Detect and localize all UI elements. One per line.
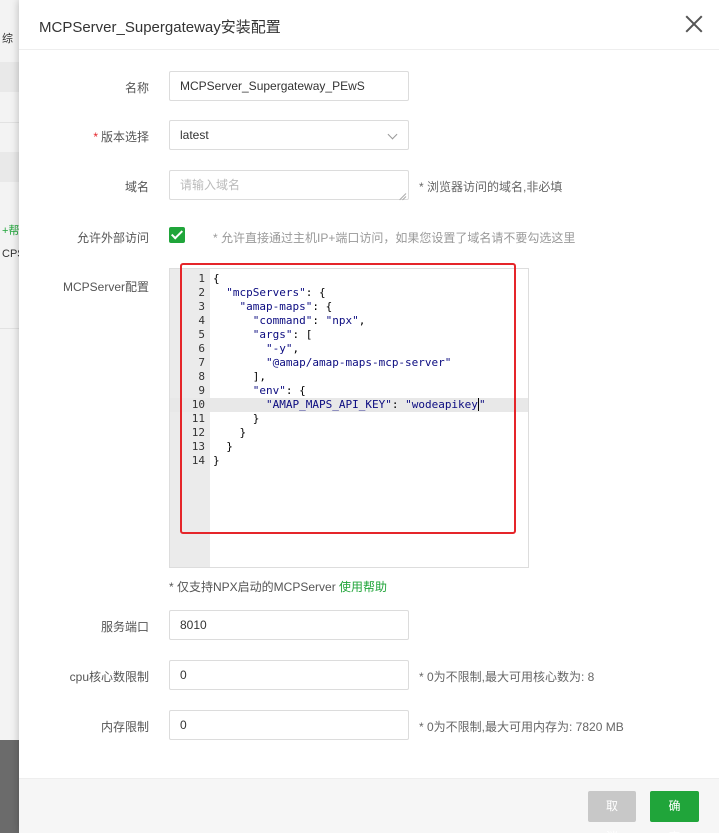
- code-line[interactable]: 5 "args": [: [170, 328, 528, 342]
- code-text: "@amap/amap-maps-mcp-server": [265, 356, 452, 369]
- line-number: 4: [198, 314, 205, 327]
- line-number: 6: [198, 342, 205, 355]
- port-label: 服务端口: [100, 620, 149, 634]
- code-line[interactable]: 7 "@amap/amap-maps-mcp-server": [170, 356, 528, 370]
- cpu-input[interactable]: 0: [169, 660, 409, 690]
- port-input[interactable]: 8010: [169, 610, 409, 640]
- external-access-label: 允许外部访问: [76, 231, 149, 245]
- code-text: "command": "npx",: [252, 314, 366, 327]
- config-code-editor[interactable]: 1{2 "mcpServers": {3 "amap-maps": {4 "co…: [169, 268, 529, 568]
- dialog-title: MCPServer_Supergateway安装配置: [39, 19, 281, 36]
- code-text: "AMAP_MAPS_API_KEY": "wodeapikey": [265, 398, 486, 411]
- version-select-value: latest: [180, 128, 209, 142]
- code-line[interactable]: 13 }: [170, 440, 528, 454]
- line-number: 2: [198, 286, 205, 299]
- code-text: }: [213, 440, 233, 453]
- cancel-button[interactable]: 取消: [588, 791, 636, 833]
- line-number: 11: [191, 412, 205, 425]
- line-number: 8: [198, 370, 205, 383]
- line-number: 1: [198, 272, 205, 285]
- code-line[interactable]: 2 "mcpServers": {: [170, 286, 528, 300]
- name-input[interactable]: MCPServer_Supergateway_PEwS: [169, 71, 409, 101]
- code-line[interactable]: 6 "-y",: [170, 342, 528, 356]
- dialog-header: MCPServer_Supergateway安装配置: [19, 0, 719, 50]
- code-text: "args": [: [252, 328, 313, 341]
- code-text: }: [213, 454, 220, 467]
- install-config-dialog: MCPServer_Supergateway安装配置 名称 MCPServer_…: [19, 0, 719, 833]
- line-number: 10: [191, 398, 205, 411]
- background-text: 综: [2, 33, 13, 45]
- config-label: MCPServer配置: [62, 280, 149, 294]
- config-note-text: * 仅支持NPX启动的MCPServer: [169, 580, 336, 594]
- line-number: 13: [191, 440, 205, 453]
- external-access-checkbox[interactable]: [169, 227, 185, 243]
- code-line[interactable]: 4 "command": "npx",: [170, 314, 528, 328]
- code-text: "env": {: [252, 384, 306, 397]
- cpu-label: cpu核心数限制: [69, 670, 149, 684]
- domain-label: 域名: [124, 180, 149, 194]
- code-text: ],: [213, 370, 266, 383]
- confirm-button[interactable]: 确定: [650, 791, 699, 833]
- code-text: {: [213, 272, 220, 285]
- line-number: 5: [198, 328, 205, 341]
- help-link[interactable]: 使用帮助: [339, 580, 387, 594]
- code-line[interactable]: 12 }: [170, 426, 528, 440]
- line-number: 14: [191, 454, 205, 467]
- config-note: * 仅支持NPX启动的MCPServer 使用帮助: [169, 578, 387, 595]
- domain-placeholder: 请输入域名: [180, 178, 241, 192]
- code-line[interactable]: 8 ],: [170, 370, 528, 384]
- resize-handle-icon[interactable]: [398, 189, 406, 197]
- chevron-down-icon: [387, 129, 398, 140]
- code-line[interactable]: 1{: [170, 272, 528, 286]
- required-mark: *: [93, 130, 98, 144]
- code-line[interactable]: 11 }: [170, 412, 528, 426]
- line-number: 12: [191, 426, 205, 439]
- text-cursor: [477, 398, 479, 411]
- code-line[interactable]: 3 "amap-maps": {: [170, 300, 528, 314]
- version-label-text: 版本选择: [100, 130, 149, 144]
- background-help-link: +帮: [2, 225, 20, 237]
- code-text: "mcpServers": {: [226, 286, 326, 299]
- memory-hint: * 0为不限制,最大可用内存为: 7820 MB: [419, 720, 624, 734]
- version-label: * 版本选择: [19, 128, 149, 145]
- name-label: 名称: [124, 81, 149, 95]
- memory-label: 内存限制: [100, 720, 149, 734]
- cpu-hint: * 0为不限制,最大可用核心数为: 8: [419, 670, 595, 684]
- code-line[interactable]: 14}: [170, 454, 528, 468]
- code-line[interactable]: 9 "env": {: [170, 384, 528, 398]
- external-access-hint: * 允许直接通过主机IP+端口访问，如果您设置了域名请不要勾选这里: [213, 231, 576, 245]
- domain-hint: * 浏览器访问的域名,非必填: [419, 180, 563, 194]
- close-icon[interactable]: [683, 13, 705, 35]
- code-line[interactable]: 10 "AMAP_MAPS_API_KEY": "wodeapikey": [170, 398, 528, 412]
- line-number: 3: [198, 300, 205, 313]
- line-number: 9: [198, 384, 205, 397]
- code-text: "amap-maps": {: [239, 300, 333, 313]
- dialog-footer: 取消 确定: [19, 778, 719, 833]
- domain-textarea[interactable]: 请输入域名: [169, 170, 409, 200]
- code-text: }: [213, 412, 260, 425]
- version-select[interactable]: latest: [169, 120, 409, 150]
- line-number: 7: [198, 356, 205, 369]
- code-text: "-y",: [265, 342, 300, 355]
- code-text: }: [213, 426, 247, 439]
- memory-input[interactable]: 0: [169, 710, 409, 740]
